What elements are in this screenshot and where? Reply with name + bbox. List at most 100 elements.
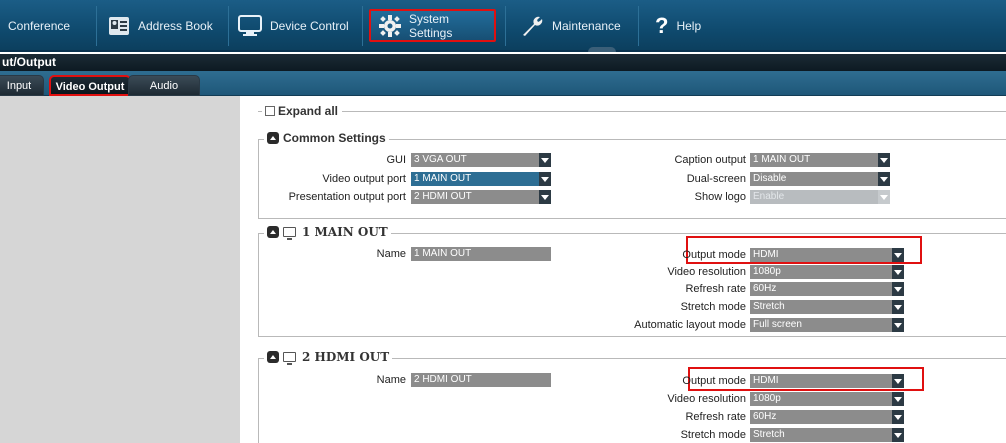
left-panel [0,96,240,443]
hdmi-out-stretch-mode-label: Stretch mode [680,429,746,441]
main-out-refresh-rate-select[interactable]: 60Hz [750,282,904,296]
nav-device-control[interactable]: Device Control [238,0,349,52]
tab-audio[interactable]: Audio [128,75,200,96]
tab-video-output[interactable]: Video Output [49,75,131,96]
main-out-refresh-rate-value: 60Hz [753,283,777,294]
main-out-legend[interactable]: 1 MAIN OUT [264,225,391,240]
hdmi-out-output-mode-select[interactable]: HDMI [750,374,904,388]
hdmi-out-refresh-rate-label: Refresh rate [685,411,746,423]
caption-output-value: 1 MAIN OUT [753,154,811,165]
fieldset-border [258,336,1006,337]
dropdown-arrow-icon [892,318,904,332]
hdmi-out-output-mode-value: HDMI [753,375,779,386]
fieldset-border [258,358,259,443]
main-out-name-input[interactable]: 1 MAIN OUT [411,247,551,261]
main-out-video-resolution-select[interactable]: 1080p [750,265,904,279]
main-out-stretch-mode-value: Stretch [753,301,785,312]
video-output-port-label: Video output port [322,173,406,185]
hdmi-out-refresh-rate-select[interactable]: 60Hz [750,410,904,424]
hdmi-out-stretch-mode-value: Stretch [753,429,785,440]
nav-conference[interactable]: Conference [8,0,70,52]
nav-divider [228,6,229,46]
gui-label: GUI [386,154,406,166]
nav-system-settings-label: System Settings [409,11,453,40]
hdmi-out-refresh-rate-value: 60Hz [753,411,777,422]
presentation-output-port-label: Presentation output port [288,191,406,203]
main-out-title: 1 MAIN OUT [302,225,388,239]
hdmi-out-legend[interactable]: 2 HDMI OUT [264,350,393,365]
main-out-auto-layout-select[interactable]: Full screen [750,318,904,332]
hdmi-out-output-mode-label: Output mode [682,375,746,387]
main-out-stretch-mode-select[interactable]: Stretch [750,300,904,314]
dropdown-arrow-icon [539,153,551,167]
show-logo-label: Show logo [694,191,746,203]
dropdown-arrow-icon [892,410,904,424]
help-icon: ? [655,13,669,38]
show-logo-value: Enable [753,191,785,202]
dropdown-arrow-icon [878,190,890,204]
nav-maintenance[interactable]: Maintenance [520,0,621,52]
monitor-icon [283,227,296,240]
tab-video-output-label: Video Output [55,81,125,93]
nav-divider [96,6,97,46]
expand-all-label: Expand all [278,104,339,118]
main-out-video-resolution-label: Video resolution [667,266,746,278]
dropdown-arrow-icon [892,300,904,314]
hdmi-out-video-resolution-value: 1080p [753,393,781,404]
show-logo-select: Enable [750,190,890,204]
main-out-video-resolution-value: 1080p [753,266,781,277]
hdmi-out-stretch-mode-select[interactable]: Stretch [750,428,904,442]
collapse-icon[interactable] [267,132,279,144]
nav-system-settings[interactable]: System Settings [369,9,496,42]
caption-output-label: Caption output [674,154,746,166]
gui-value: 3 VGA OUT [414,154,467,165]
main-out-output-mode-select[interactable]: HDMI [750,248,904,262]
dropdown-arrow-icon [892,248,904,262]
divider [342,111,1006,112]
dropdown-arrow-icon [878,172,890,186]
hdmi-out-title: 2 HDMI OUT [302,350,390,364]
hdmi-out-video-resolution-select[interactable]: 1080p [750,392,904,406]
hdmi-out-name-input[interactable]: 2 HDMI OUT [411,373,551,387]
fieldset-border [258,233,259,336]
nav-device-control-label: Device Control [270,19,349,33]
common-settings-legend[interactable]: Common Settings [264,131,389,145]
main-out-auto-layout-value: Full screen [753,319,802,330]
nav-help-label: Help [676,19,702,33]
dropdown-arrow-icon [892,428,904,442]
nav-help[interactable]: ? Help [655,0,701,52]
wrench-icon [520,14,544,38]
nav-address-book[interactable]: Address Book [108,0,213,52]
dropdown-arrow-icon [892,282,904,296]
nav-divider [638,6,639,46]
common-settings-title: Common Settings [283,131,386,145]
nav-maintenance-label: Maintenance [552,19,621,33]
expand-all-checkbox[interactable] [265,106,275,116]
presentation-output-port-select[interactable]: 2 HDMI OUT [411,190,551,204]
main-out-name-label: Name [376,248,406,260]
nav-divider [505,6,506,46]
dropdown-arrow-icon [878,153,890,167]
caption-output-select[interactable]: 1 MAIN OUT [750,153,890,167]
dropdown-arrow-icon [892,392,904,406]
video-output-port-select[interactable]: 1 MAIN OUT [411,172,551,186]
collapse-icon[interactable] [267,351,279,363]
gui-select[interactable]: 3 VGA OUT [411,153,551,167]
video-output-port-value: 1 MAIN OUT [414,173,472,184]
tab-input-label: Input [6,80,32,92]
top-nav: Conference Address Book Device Control S… [0,0,1006,52]
fieldset-border [258,218,1006,219]
collapse-icon[interactable] [267,226,279,238]
nav-conference-label: Conference [8,19,71,33]
settings-content: Expand all Common Settings GUI 3 VGA OUT… [240,96,1006,443]
dropdown-arrow-icon [539,172,551,186]
expand-all-toggle[interactable]: Expand all [262,104,342,118]
gear-icon [379,14,401,37]
tab-bar: Input Video Output Audio [0,71,1006,96]
dual-screen-select[interactable]: Disable [750,172,890,186]
tab-input[interactable]: Input [0,75,44,96]
dual-screen-label: Dual-screen [686,173,746,185]
presentation-output-port-value: 2 HDMI OUT [414,191,472,202]
main-out-stretch-mode-label: Stretch mode [680,301,746,313]
main-out-output-mode-label: Output mode [682,249,746,261]
